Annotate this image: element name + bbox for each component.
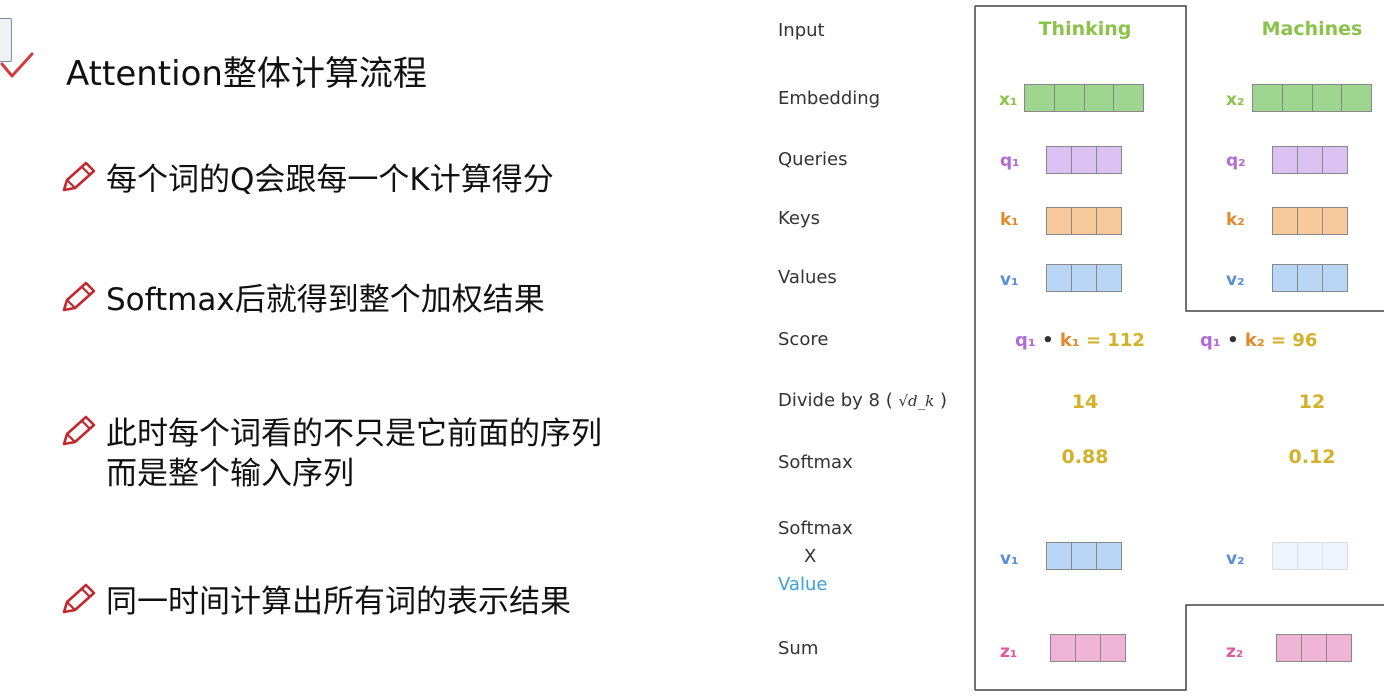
score-dot: • (1042, 330, 1054, 351)
row-label-embedding: Embedding (778, 88, 881, 109)
z1-label: z₁ (1000, 642, 1018, 662)
embedding-vector-x1 (1024, 84, 1144, 112)
x2-label: x₂ (1226, 90, 1245, 110)
word-thinking: Thinking (1038, 18, 1132, 40)
row-label-softmax-x-value: Softmax X Value (778, 515, 853, 599)
row-label-values: Values (778, 267, 837, 288)
z2-label: z₂ (1226, 642, 1244, 662)
divided-score-thinking: 14 (1071, 391, 1099, 413)
word-machines: Machines (1261, 18, 1363, 40)
sqrt-dk-formula: √d_k (898, 392, 935, 410)
weighted-value-vector-v2 (1272, 542, 1348, 570)
score-k: k₂ (1244, 330, 1265, 351)
x1-label: x₁ (999, 90, 1018, 110)
k2-label: k₂ (1226, 210, 1245, 230)
row-label-keys: Keys (778, 208, 821, 229)
q1-label: q₁ (1000, 151, 1020, 171)
query-vector-q2 (1272, 146, 1348, 174)
embedding-vector-x2 (1252, 84, 1372, 112)
score-thinking: q₁ • k₁ = 112 (980, 330, 1180, 351)
score-value: = 112 (1086, 330, 1145, 351)
key-vector-k1 (1046, 207, 1122, 235)
value-vector-v1 (1046, 264, 1122, 292)
softmax-thinking: 0.88 (1061, 446, 1109, 468)
weighted-value-vector-v1 (1046, 542, 1122, 570)
key-vector-k2 (1272, 207, 1348, 235)
score-q: q₁ (1200, 330, 1221, 351)
sum-vector-z1 (1050, 634, 1126, 662)
row-label-input: Input (778, 20, 825, 41)
row-label-divide: Divide by 8 ( √d_k ) (778, 390, 947, 411)
v1-label: v₁ (1000, 270, 1019, 290)
value-vector-v2 (1272, 264, 1348, 292)
score-value: = 96 (1271, 330, 1318, 351)
divide-close: ) (939, 390, 947, 411)
score-machines: q₁ • k₂ = 96 (1200, 330, 1320, 351)
row-label-score: Score (778, 329, 829, 350)
row-label-softmax: Softmax (778, 452, 853, 473)
label-softmax: Softmax (778, 518, 853, 539)
divided-score-machines: 12 (1298, 391, 1326, 413)
query-vector-q1 (1046, 146, 1122, 174)
label-value: Value (778, 574, 828, 595)
row-label-sum: Sum (778, 638, 819, 659)
k1-label: k₁ (1000, 210, 1019, 230)
divide-text: Divide by 8 ( (778, 390, 893, 411)
v2-label: v₂ (1226, 270, 1245, 290)
softmax-machines: 0.12 (1288, 446, 1336, 468)
row-label-queries: Queries (778, 149, 848, 170)
q2-label: q₂ (1226, 151, 1246, 171)
v1-weighted-label: v₁ (1000, 549, 1019, 569)
sum-vector-z2 (1276, 634, 1352, 662)
label-x: X (804, 546, 817, 567)
v2-weighted-label: v₂ (1226, 549, 1245, 569)
score-q: q₁ (1015, 330, 1036, 351)
score-k: k₁ (1059, 330, 1080, 351)
score-dot: • (1227, 330, 1239, 351)
